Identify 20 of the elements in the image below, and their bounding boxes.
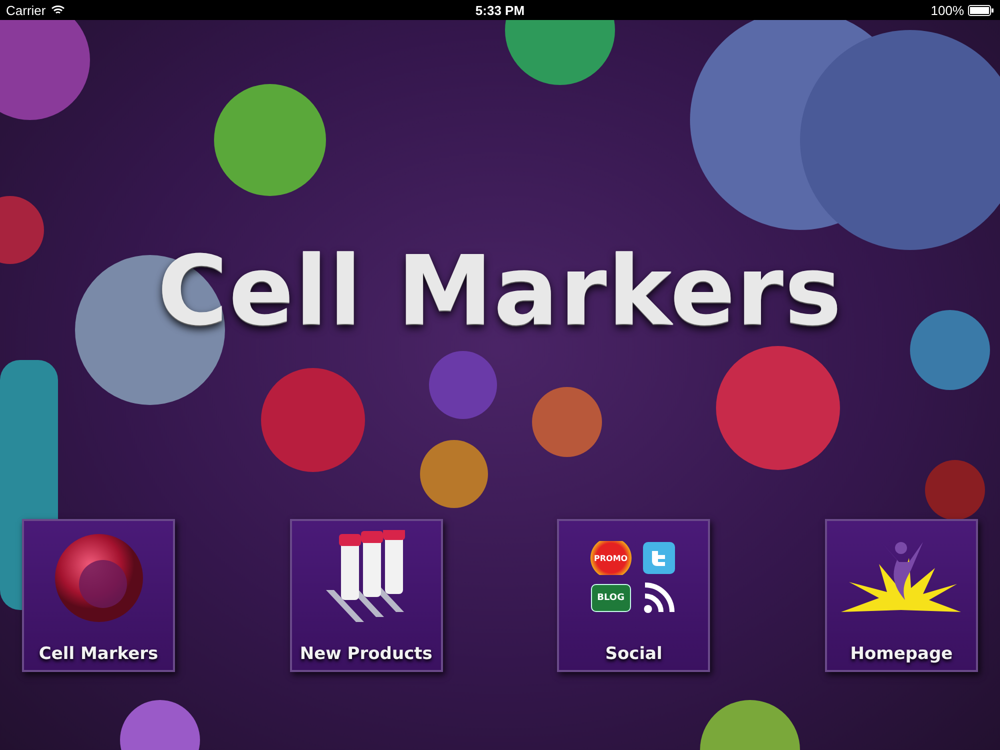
battery-icon	[968, 4, 994, 16]
battery-percent: 100%	[930, 2, 964, 18]
cell-drawing	[429, 351, 497, 419]
cell-icon	[52, 532, 144, 624]
cell-drawing	[925, 460, 985, 520]
menu-tile[interactable]: New Products	[290, 519, 443, 672]
carrier-label: Carrier	[6, 2, 46, 18]
menu-tile[interactable]: Homepage	[824, 519, 978, 672]
cell-drawing	[0, 196, 44, 264]
menu-tile[interactable]: PROMO BLOG Social	[557, 519, 710, 672]
clock-time: 5:33 PM	[475, 2, 525, 18]
app-title: Cell Markers	[157, 235, 843, 347]
blog-badge: BLOG	[590, 584, 631, 612]
wifi-icon	[50, 5, 65, 15]
rss-icon	[642, 581, 676, 615]
cell-drawing	[532, 387, 602, 457]
cell-drawing	[420, 440, 488, 508]
promo-badge: PROMO	[590, 541, 632, 575]
menu-tile[interactable]: Cell Markers	[22, 519, 175, 672]
bird-icon	[642, 542, 675, 574]
